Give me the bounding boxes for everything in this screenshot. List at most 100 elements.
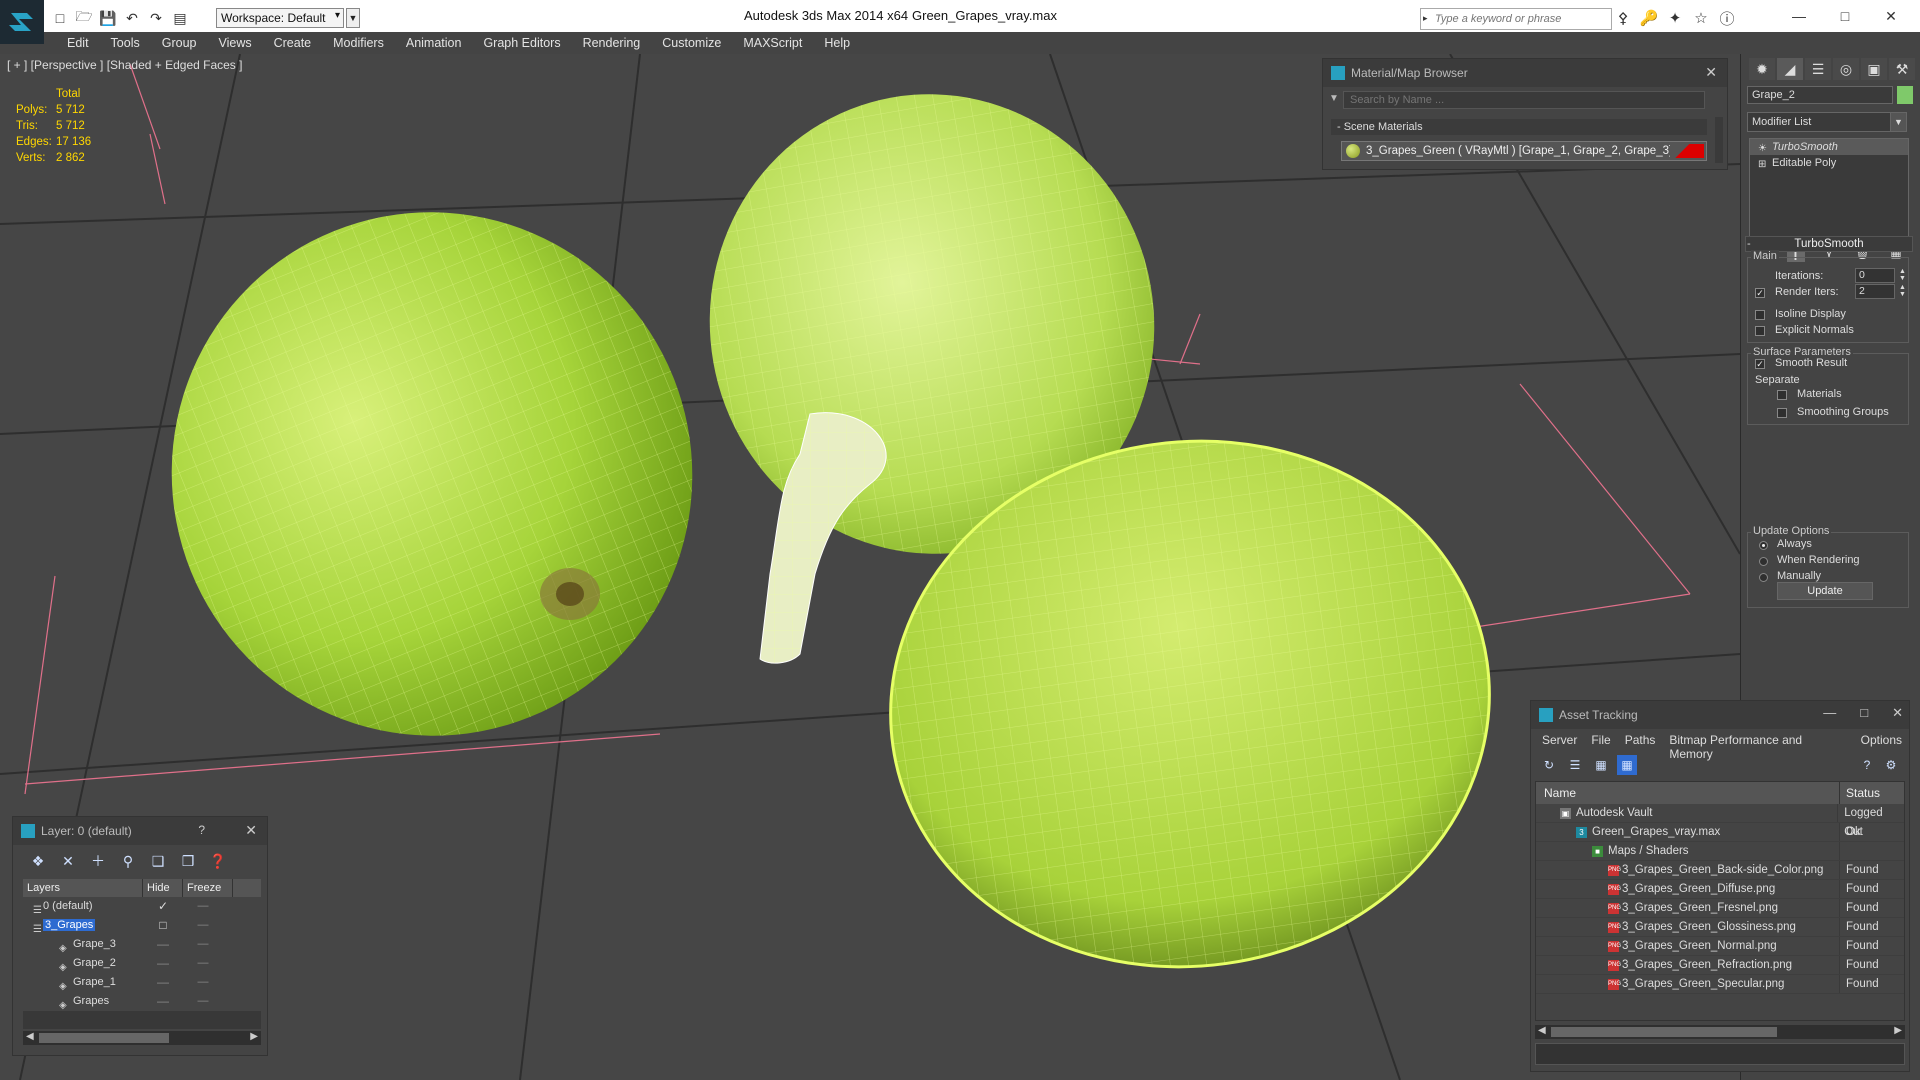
viewport-label[interactable]: [ + ] [Perspective ] [Shaded + Edged Fac… <box>7 58 242 72</box>
refresh-icon[interactable]: ↻ <box>1539 755 1559 775</box>
table-view-icon[interactable]: ▦ <box>1617 755 1637 775</box>
column-hide[interactable]: Hide <box>143 879 183 897</box>
object-color-swatch[interactable] <box>1897 86 1913 104</box>
smoothing-groups-checkbox[interactable] <box>1777 408 1787 418</box>
menu-customize[interactable]: Customize <box>651 32 732 54</box>
open-file-icon[interactable]: 🗁 <box>74 8 94 28</box>
scroll-right-icon[interactable]: ▶ <box>1894 1025 1902 1036</box>
layer-active-checkbox[interactable]: □ <box>143 916 183 935</box>
horizontal-scrollbar[interactable]: ◀ ▶ <box>23 1031 261 1045</box>
menu-tools[interactable]: Tools <box>100 32 151 54</box>
close-icon[interactable]: ✕ <box>1705 64 1717 81</box>
minimize-button[interactable]: — <box>1823 705 1836 721</box>
menu-group[interactable]: Group <box>151 32 208 54</box>
explicit-normals-checkbox[interactable] <box>1755 326 1765 336</box>
close-button[interactable]: ✕ <box>1892 705 1903 721</box>
workspace-menu-button[interactable]: ▼ <box>346 8 360 28</box>
scene-materials-group[interactable]: - Scene Materials <box>1331 119 1707 135</box>
scroll-left-icon[interactable]: ◀ <box>26 1031 34 1042</box>
column-status[interactable]: Status <box>1840 782 1880 804</box>
freeze-all-layers-icon[interactable]: ❓ <box>207 851 229 871</box>
rollout-collapse-icon[interactable]: - <box>1747 238 1751 250</box>
freeze-toggle[interactable]: — <box>183 973 223 992</box>
menu-graph-editors[interactable]: Graph Editors <box>472 32 571 54</box>
workspace-dropdown[interactable]: Workspace: Default ▾ <box>216 8 344 28</box>
menu-modifiers[interactable]: Modifiers <box>322 32 395 54</box>
table-row[interactable]: PNG 3_Grapes_Green_Refraction.png Found <box>1536 956 1904 975</box>
layer-object-row[interactable]: ◈ Grape_1 — — <box>23 973 261 992</box>
table-row[interactable]: ■ Maps / Shaders <box>1536 842 1904 861</box>
layer-row[interactable]: ☰ 0 (default) ✓ — <box>23 897 261 916</box>
spinner-arrows-icon[interactable]: ▲ ▼ <box>1899 284 1906 298</box>
hide-toggle[interactable]: — <box>143 992 183 1011</box>
new-file-icon[interactable]: □ <box>50 8 70 28</box>
menu-maxscript[interactable]: MAXScript <box>732 32 813 54</box>
expand-plus-icon[interactable]: ⊞ <box>1758 157 1766 173</box>
key-icon[interactable]: 🔑 <box>1640 8 1659 28</box>
table-row[interactable]: PNG 3_Grapes_Green_Glossiness.png Found <box>1536 918 1904 937</box>
favorites-star-icon[interactable]: ☆ <box>1692 8 1710 28</box>
table-row[interactable]: PNG 3_Grapes_Green_Fresnel.png Found <box>1536 899 1904 918</box>
create-tab-icon[interactable]: ✹ <box>1749 58 1775 80</box>
browser-options-icon[interactable]: ▼ <box>1329 93 1339 104</box>
smooth-result-checkbox[interactable]: ✓ <box>1755 359 1765 369</box>
add-selection-icon[interactable]: ＋ <box>87 851 109 871</box>
freeze-toggle[interactable]: — <box>183 897 223 916</box>
update-manually-radio[interactable] <box>1759 573 1768 582</box>
menu-create[interactable]: Create <box>263 32 323 54</box>
help-icon[interactable]: ? <box>1857 755 1877 775</box>
update-always-radio[interactable] <box>1759 541 1768 550</box>
stack-item-editable-poly[interactable]: ⊞ Editable Poly <box>1750 155 1908 171</box>
undo-icon[interactable]: ↶ <box>122 8 142 28</box>
new-layer-icon[interactable]: ❖ <box>27 851 49 871</box>
highlight-layer-icon[interactable]: ❑ <box>147 851 169 871</box>
table-row[interactable]: 3 Green_Grapes_vray.max Ok <box>1536 823 1904 842</box>
app-logo-icon[interactable] <box>0 0 44 44</box>
menu-animation[interactable]: Animation <box>395 32 473 54</box>
maximize-button[interactable]: □ <box>1860 705 1868 721</box>
table-row[interactable]: PNG 3_Grapes_Green_Back-side_Color.png Fo… <box>1536 861 1904 880</box>
layer-manager-titlebar[interactable]: Layer: 0 (default) ? ✕ <box>13 817 267 845</box>
project-folder-icon[interactable]: ▤ <box>170 8 190 28</box>
material-item[interactable]: 3_Grapes_Green ( VRayMtl ) [Grape_1, Gra… <box>1341 141 1707 161</box>
layer-active-check-icon[interactable]: ✓ <box>143 897 183 916</box>
maximize-button[interactable]: □ <box>1822 2 1868 30</box>
menu-edit[interactable]: Edit <box>56 32 100 54</box>
freeze-toggle[interactable]: — <box>183 954 223 973</box>
help-icon[interactable]: ⓘ <box>1718 8 1736 28</box>
display-tab-icon[interactable]: ▣ <box>1861 58 1887 80</box>
isoline-display-checkbox[interactable] <box>1755 310 1765 320</box>
separate-materials-checkbox[interactable] <box>1777 390 1787 400</box>
settings-icon[interactable]: ⚙ <box>1881 755 1901 775</box>
close-icon[interactable]: ✕ <box>245 822 257 839</box>
column-freeze[interactable]: Freeze <box>183 879 233 897</box>
hide-toggle[interactable]: — <box>143 935 183 954</box>
utilities-tab-icon[interactable]: ⚒ <box>1889 58 1915 80</box>
iterations-spinner[interactable]: 0 <box>1855 268 1895 283</box>
keyword-search-input[interactable] <box>1421 9 1611 29</box>
tree-view-icon[interactable]: ▦ <box>1591 755 1611 775</box>
scroll-right-icon[interactable]: ▶ <box>250 1031 258 1042</box>
column-name[interactable]: Name <box>1536 782 1840 804</box>
save-icon[interactable]: 💾 <box>98 8 118 28</box>
close-button[interactable]: ✕ <box>1868 2 1914 30</box>
menu-rendering[interactable]: Rendering <box>572 32 652 54</box>
stack-item-turbosmooth[interactable]: ☀ TurboSmooth <box>1750 139 1908 155</box>
material-search-input[interactable] <box>1343 91 1705 109</box>
help-icon[interactable]: ? <box>198 823 205 837</box>
layer-object-row[interactable]: ◈ Grapes — — <box>23 992 261 1011</box>
motion-tab-icon[interactable]: ◎ <box>1833 58 1859 80</box>
scroll-left-icon[interactable]: ◀ <box>1538 1025 1546 1036</box>
render-iters-spinner[interactable]: 2 <box>1855 284 1895 299</box>
menu-help[interactable]: Help <box>813 32 861 54</box>
column-layers[interactable]: Layers <box>23 879 143 897</box>
binoculars-icon[interactable]: ⚴ <box>1614 8 1632 28</box>
layer-object-row[interactable]: ◈ Grape_3 — — <box>23 935 261 954</box>
horizontal-scrollbar[interactable]: ◀ ▶ <box>1535 1025 1905 1039</box>
minimize-button[interactable]: — <box>1776 2 1822 30</box>
asset-path-status-field[interactable] <box>1535 1043 1905 1065</box>
layer-row[interactable]: ☰ 3_Grapes □ — <box>23 916 261 935</box>
table-row[interactable]: ▣ Autodesk Vault Logged Out <box>1536 804 1904 838</box>
redo-icon[interactable]: ↷ <box>146 8 166 28</box>
freeze-toggle[interactable]: — <box>183 916 223 935</box>
